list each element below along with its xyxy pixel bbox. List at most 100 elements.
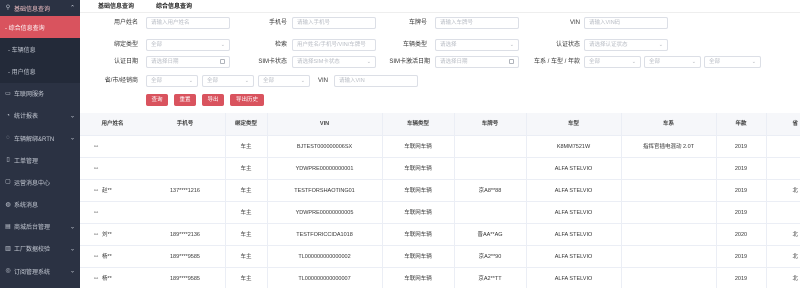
table-row[interactable]: ⚯ 刘** 189****2136 车主 TESTFORICCIDA1018 车联网车辆 晋… xyxy=(80,224,800,246)
phone-input[interactable]: 请输入手机号 xyxy=(292,17,376,29)
table-row[interactable]: ⚯ 车主 BJTEST000000006SX 车联网车辆 K8MM7521W 指挥官插电混… xyxy=(80,136,800,158)
cell-text: TESTFORSHAOTING01 xyxy=(294,188,355,194)
factory-icon: ▥ xyxy=(5,245,11,252)
sim-activation-date-picker[interactable]: 请选择日期 xyxy=(435,56,519,68)
dealer-select[interactable]: 全部 ⌄ xyxy=(258,75,310,87)
sidebar-item-unbind-rtn[interactable]: ◌ 车辆解绑&RTN ⌄ xyxy=(0,127,80,149)
cell-text: TESTFORICCIDA1018 xyxy=(296,232,353,238)
sim-status-placeholder: 请选择SIM卡状态 xyxy=(297,59,340,65)
sidebar-item-factory-check[interactable]: ▥ 工厂数据校验 ⌄ xyxy=(0,238,80,260)
tab-basic-query[interactable]: 基础信息查询 xyxy=(98,1,142,12)
table-cell: TL000000000000007 xyxy=(267,268,382,288)
sim-status-select[interactable]: 请选择SIM卡状态 ⌄ xyxy=(292,56,376,68)
table-cell: 晋AA**AG xyxy=(454,224,526,246)
sidebar-item-label: 基础信息查询 xyxy=(14,6,51,13)
sidebar-item-system-messages[interactable]: ◍ 系统消息 xyxy=(0,194,80,216)
sidebar-item-reports[interactable]: ◔ 统计报表 ⌄ xyxy=(0,105,80,127)
table-cell: 京A2**90 xyxy=(454,246,526,268)
wechat-icon: ⚯ xyxy=(94,166,99,172)
table-row[interactable]: ⚯ 车主 YDWPRE00000000005 车联网车辆 ALFA STELVIO 201… xyxy=(80,202,800,224)
table-cell xyxy=(766,136,800,158)
table-cell: 189****2136 xyxy=(145,224,225,246)
table-cell: 京A2**TT xyxy=(454,268,526,288)
user-name-label: 用户姓名 xyxy=(113,20,138,26)
table-cell: 2019 xyxy=(716,136,766,158)
cell-text: ALFA STELVIO xyxy=(554,210,593,216)
table-cell: TESTFORICCIDA1018 xyxy=(267,224,382,246)
table-cell: 北 xyxy=(766,246,800,268)
sidebar-item-vehicle-info[interactable]: - 车辆信息 xyxy=(0,38,80,61)
cell-text: 指挥官插电混动 2.0T xyxy=(642,144,695,150)
sidebar-item-work-orders[interactable]: ▯ 工单管理 xyxy=(0,149,80,171)
table-cell xyxy=(145,136,225,158)
year-select[interactable]: 全部 ⌄ xyxy=(704,56,761,68)
table-cell: BJTEST000000006SX xyxy=(267,136,382,158)
vehicle-type-select[interactable]: 请选择 ⌄ xyxy=(435,39,519,51)
auth-date-picker[interactable]: 请选择日期 xyxy=(146,56,230,68)
cell-text: 车联网车辆 xyxy=(404,188,432,194)
cell-text: 2019 xyxy=(734,144,748,150)
bind-type-value: 全部 xyxy=(151,42,163,48)
table-row[interactable]: ⚯ 杨** 189****9585 车主 TL000000000000007 车联网车辆 京… xyxy=(80,268,800,288)
search-input[interactable]: 用户姓名/手机号/VIN/车牌号 xyxy=(292,39,376,51)
table-cell: ⚯ xyxy=(80,202,145,224)
cell-text: TL000000000000007 xyxy=(298,276,351,282)
sim-activation-date-placeholder: 请选择日期 xyxy=(440,59,468,65)
city-select[interactable]: 全部 ⌄ xyxy=(202,75,254,87)
cell-text: 车主 xyxy=(240,254,252,260)
cell-text: 京A8**88 xyxy=(478,188,502,194)
table-row[interactable]: ⚯ 赵** 137****1216 车主 TESTFORSHAOTING01 车联网车辆 京… xyxy=(80,180,800,202)
table-row[interactable]: ⚯ 车主 YDWPRE00000000001 车联网车辆 ALFA STELVIO 201… xyxy=(80,158,800,180)
export-button[interactable]: 导出 xyxy=(202,94,224,106)
chevron-down-icon: ⌄ xyxy=(751,59,756,65)
auth-status-select[interactable]: 请选择认证状态 ⌄ xyxy=(584,39,668,51)
sidebar-item-mall-admin[interactable]: ▤ 商城后台管理 ⌄ xyxy=(0,216,80,238)
car-icon: ▭ xyxy=(5,90,11,97)
cell-text: K8MM7521W xyxy=(556,144,591,150)
reset-button[interactable]: 重置 xyxy=(174,94,196,106)
sidebar-item-user-info[interactable]: - 用户信息 xyxy=(0,60,80,83)
cell-text: ALFA STELVIO xyxy=(554,188,593,194)
wechat-icon: ⚯ xyxy=(94,254,99,260)
tab-comprehensive-query[interactable]: 综合信息查询 xyxy=(156,1,200,12)
cell-text: 车主 xyxy=(240,232,252,238)
vin-secondary-input[interactable]: 请输入VIN xyxy=(334,75,418,87)
cell-text: BJTEST000000006SX xyxy=(296,144,353,150)
region-dealer-label: 省/市/经销商 xyxy=(104,78,138,84)
table-cell: 189****9585 xyxy=(145,246,225,268)
chevron-down-icon: ⌄ xyxy=(631,59,636,65)
sidebar-item-connected-car[interactable]: ▭ 车联网服务 xyxy=(0,83,80,105)
table-header: 用户姓名 手机号 绑定类型 VIN 车辆类型 车牌号 车型 车系 年款 省 xyxy=(80,113,800,136)
table-row[interactable]: ⚯ 杨** 189****9585 车主 TL000000000000002 车联网车辆 京… xyxy=(80,246,800,268)
cell-text: ALFA STELVIO xyxy=(554,254,593,260)
sidebar-item-label: 商城后台管理 xyxy=(14,225,51,232)
search-icon: ⚲ xyxy=(5,5,11,11)
sidebar-item-basic-query[interactable]: ⚲ 基础信息查询 ⌃ xyxy=(0,0,80,16)
export-history-button[interactable]: 导出历史 xyxy=(230,94,264,106)
table-cell: 车联网车辆 xyxy=(382,268,454,288)
plate-input[interactable]: 请输入车牌号 xyxy=(435,17,519,29)
sidebar-item-subscriptions[interactable]: ◎ 订阅管理系统 ⌄ xyxy=(0,260,80,282)
user-name-input[interactable]: 请输入用户姓名 xyxy=(146,17,230,29)
tab-bar: 基础信息查询 综合信息查询 xyxy=(80,0,800,13)
sidebar-item-comprehensive-query[interactable]: - 综合信息查询 xyxy=(0,16,80,39)
sidebar-item-ops-messages[interactable]: ▢ 运营消息中心 xyxy=(0,171,80,193)
vin-input[interactable]: 请输入VIN码 xyxy=(584,17,668,29)
table-cell: ⚯ 刘** xyxy=(80,224,145,246)
dealer-value: 全部 xyxy=(263,78,275,84)
vehicle-type-placeholder: 请选择 xyxy=(440,42,457,48)
cell-text: 2019 xyxy=(734,254,748,260)
table-cell: YDWPRE00000000001 xyxy=(267,158,382,180)
chevron-down-icon: ⌄ xyxy=(300,78,305,84)
province-select[interactable]: 全部 ⌄ xyxy=(146,75,198,87)
search-label: 检索 xyxy=(274,42,287,48)
cell-text: 北 xyxy=(792,232,798,238)
model-select[interactable]: 全部 ⌄ xyxy=(644,56,701,68)
series-select[interactable]: 全部 ⌄ xyxy=(584,56,641,68)
cell-text: 车联网车辆 xyxy=(404,166,432,172)
table-cell: ALFA STELVIO xyxy=(526,202,621,224)
query-button[interactable]: 查询 xyxy=(146,94,168,106)
sidebar-item-label: 车辆解绑&RTN xyxy=(14,136,55,143)
table-cell: 北 xyxy=(766,224,800,246)
bind-type-select[interactable]: 全部 ⌄ xyxy=(146,39,230,51)
